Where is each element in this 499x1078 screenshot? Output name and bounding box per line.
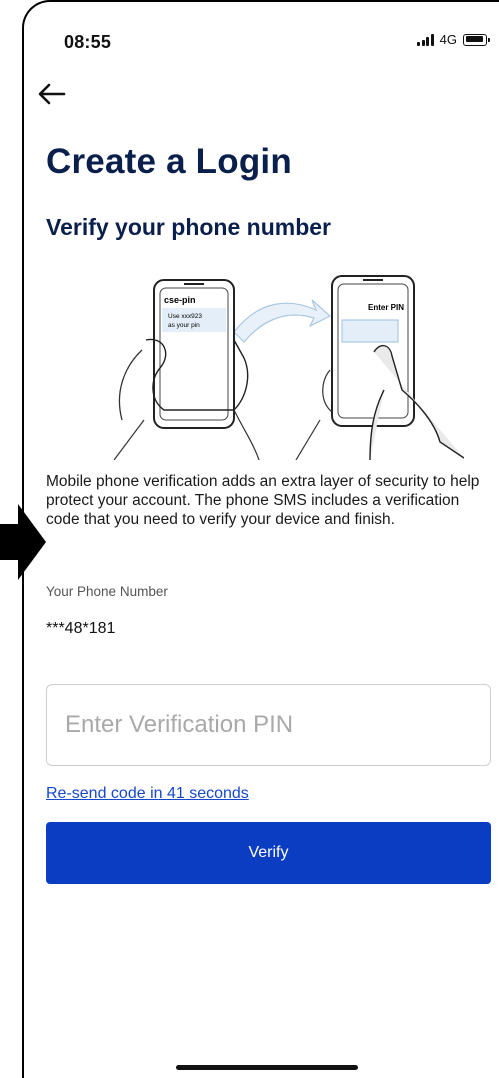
pointer-arrow-icon (0, 504, 46, 580)
network-type: 4G (439, 32, 457, 47)
right-phone-drawing: Enter PIN (295, 275, 464, 460)
verify-button[interactable]: Verify (46, 822, 491, 884)
verification-description: Mobile phone verification adds an extra … (46, 473, 480, 528)
verification-pin-input[interactable] (46, 684, 491, 766)
phone-screen: 08:55 4G Create a Login Verify your phon… (22, 0, 499, 1078)
left-phone-drawing: cse-pin Use xxx923 as your pin (113, 279, 260, 460)
arrow-left-icon[interactable] (36, 80, 68, 108)
home-indicator (176, 1065, 358, 1070)
left-phone-message-line2: as your pin (168, 322, 200, 329)
resend-code-link[interactable]: Re-send code in 41 seconds (46, 785, 249, 803)
signal-bars-icon (417, 33, 434, 46)
status-time: 08:55 (64, 32, 112, 52)
right-phone-title: Enter PIN (368, 303, 404, 312)
page-subtitle: Verify your phone number (46, 214, 331, 240)
status-bar-right: 4G (417, 32, 490, 47)
battery-icon (463, 33, 490, 46)
phone-number-value: ***48*181 (46, 620, 116, 637)
page-title: Create a Login (46, 142, 292, 181)
phone-number-label: Your Phone Number (46, 584, 168, 599)
sms-pin-illustration: cse-pin Use xxx923 as your pin Enter PIN (113, 275, 464, 460)
left-phone-message-line1: Use xxx923 (168, 313, 202, 320)
left-phone-title: cse-pin (164, 295, 196, 305)
